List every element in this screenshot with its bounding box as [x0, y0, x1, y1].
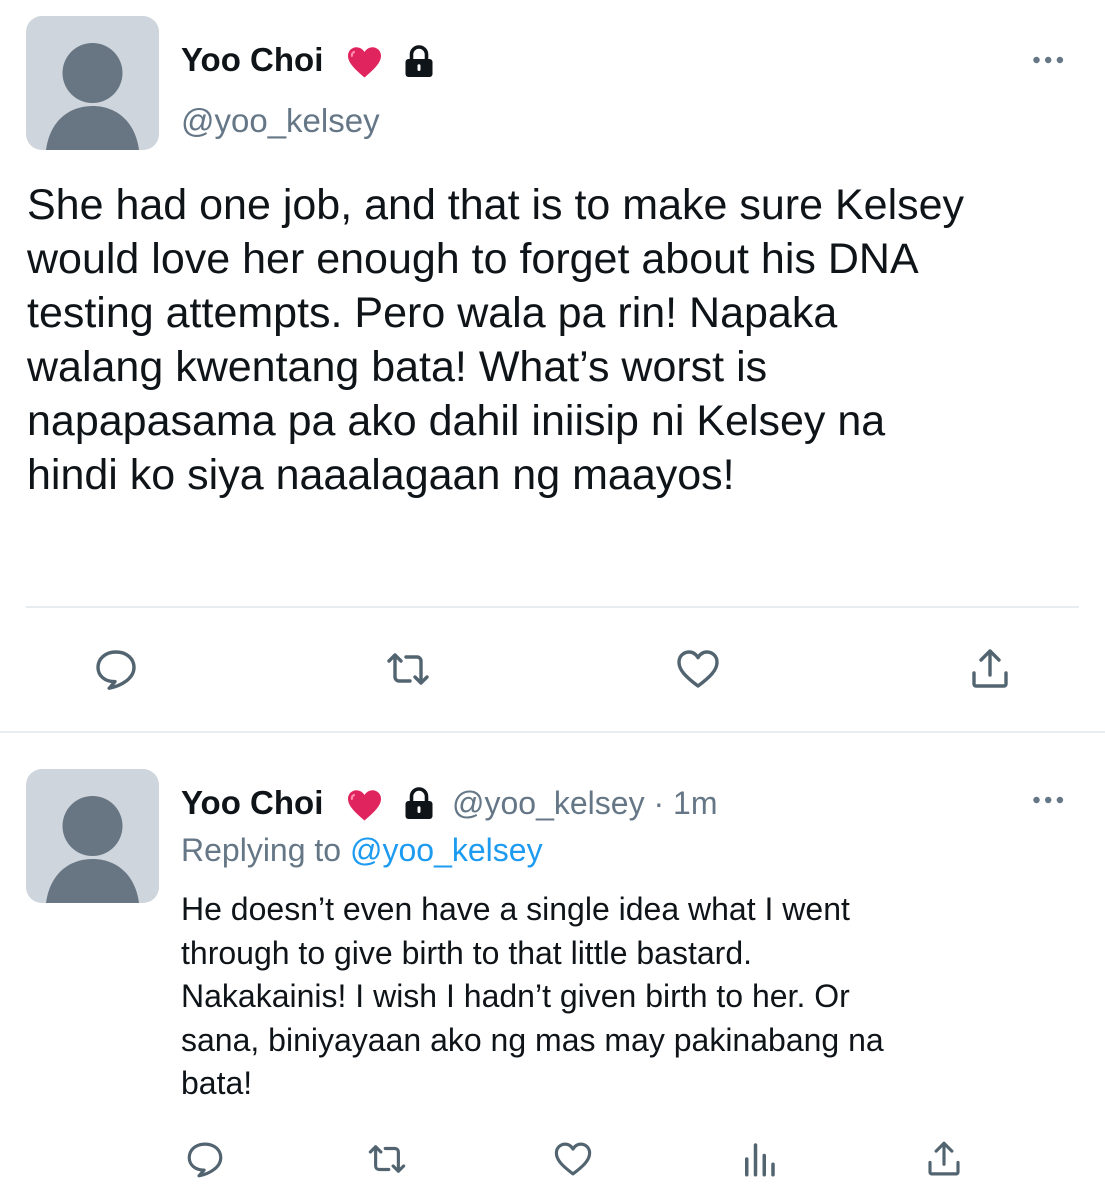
- default-avatar-icon: [46, 43, 139, 150]
- heart-emoji-icon: [348, 47, 381, 78]
- divider: [26, 606, 1079, 608]
- lock-icon: [405, 45, 433, 77]
- timestamp[interactable]: 1m: [673, 785, 717, 821]
- like-icon[interactable]: [550, 1138, 596, 1180]
- analytics-icon[interactable]: [738, 1138, 780, 1180]
- tweet-text-line: sana, biniyayaan ako ng mas may pakinaba…: [181, 1021, 884, 1058]
- divider: [0, 731, 1105, 733]
- tweet-text-line: napapasama pa ako dahil iniisip ni Kelse…: [27, 397, 886, 445]
- retweet-icon[interactable]: [382, 645, 434, 693]
- reply-icon[interactable]: [92, 645, 140, 693]
- default-avatar-icon: [46, 796, 139, 903]
- tweet-text-line: Nakakainis! I wish I hadn’t given birth …: [181, 978, 850, 1014]
- tweet-text: He doesn’t even have a single idea what …: [181, 888, 884, 1106]
- display-name[interactable]: Yoo Choi: [181, 783, 323, 823]
- retweet-icon[interactable]: [364, 1138, 410, 1180]
- handle-and-time: @yoo_kelsey · 1m: [452, 783, 717, 823]
- reply-icon[interactable]: [184, 1138, 226, 1180]
- separator: ·: [653, 785, 665, 821]
- more-icon[interactable]: [1032, 55, 1068, 65]
- avatar[interactable]: [26, 769, 159, 903]
- tweet-text-line: through to give birth to that little bas…: [181, 934, 752, 971]
- tweet-text-line: testing attempts. Pero wala pa rin! Napa…: [27, 289, 838, 337]
- tweet-text-line: walang kwentang bata! What’s worst is: [27, 343, 768, 391]
- share-icon[interactable]: [922, 1138, 966, 1180]
- tweet-text-line: would love her enough to forget about hi…: [27, 235, 919, 283]
- display-name[interactable]: Yoo Choi: [181, 40, 323, 80]
- tweet-text: She had one job, and that is to make sur…: [27, 178, 964, 502]
- handle[interactable]: @yoo_kelsey: [452, 785, 645, 821]
- tweet-text-line: He doesn’t even have a single idea what …: [181, 891, 850, 927]
- tweet-text-line: bata!: [181, 1065, 253, 1101]
- replying-to-label: Replying to: [181, 832, 342, 868]
- replying-to: Replying to @yoo_kelsey: [181, 830, 543, 870]
- avatar[interactable]: [26, 16, 159, 150]
- share-icon[interactable]: [964, 645, 1016, 693]
- heart-emoji-icon: [348, 790, 381, 821]
- handle[interactable]: @yoo_kelsey: [181, 101, 380, 141]
- tweet-text-line: hindi ko siya naaalagaan ng maayos!: [27, 451, 735, 499]
- tweet-text-line: She had one job, and that is to make sur…: [27, 181, 965, 229]
- replying-to-link[interactable]: @yoo_kelsey: [350, 832, 543, 868]
- more-icon[interactable]: [1032, 795, 1068, 805]
- lock-icon: [405, 787, 433, 819]
- like-icon[interactable]: [672, 645, 724, 693]
